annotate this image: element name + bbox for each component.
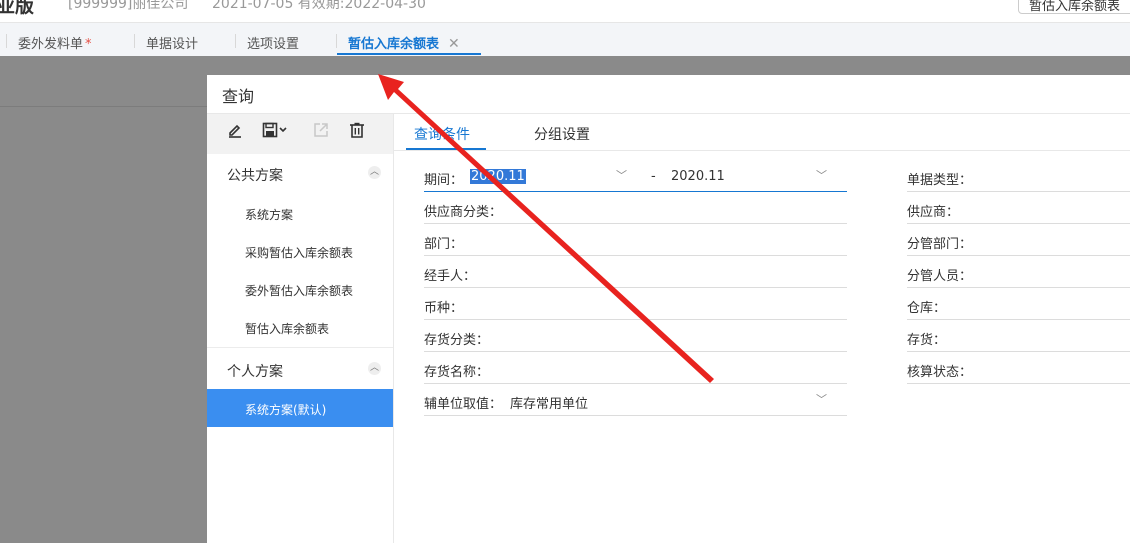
tab-separator bbox=[235, 34, 236, 48]
supplier-field[interactable]: 供应商： bbox=[907, 192, 1130, 224]
field-label: 供应商分类： bbox=[424, 205, 503, 220]
tab-label: 选项设置 bbox=[247, 37, 300, 52]
period-to-input[interactable]: 2020.11 bbox=[671, 169, 725, 184]
tab-label: 单据设计 bbox=[146, 37, 199, 52]
field-label: 核算状态： bbox=[907, 365, 973, 380]
top-header: 业版 [999999]丽佳公司 2021-07-05 有效期:2022-04-3… bbox=[0, 0, 1130, 22]
tab-bar: 委外发料单 * 单据设计 选项设置 暂估入库余额表 ✕ bbox=[0, 22, 1130, 56]
field-label: 仓库： bbox=[907, 301, 947, 316]
warehouse-field[interactable]: 仓库： bbox=[907, 288, 1130, 320]
chevron-down-icon[interactable]: ﹀ bbox=[816, 167, 827, 183]
field-label: 部门： bbox=[424, 237, 464, 252]
tab-option-settings[interactable]: 选项设置 bbox=[247, 33, 299, 52]
field-label: 经手人： bbox=[424, 269, 477, 284]
inventory-name-field[interactable]: 存货名称： bbox=[424, 352, 847, 384]
tab-separator bbox=[336, 34, 337, 48]
company-name: [999999]丽佳公司 bbox=[68, 0, 189, 12]
accounting-status-field[interactable]: 核算状态： bbox=[907, 352, 1130, 384]
tab-divider bbox=[394, 150, 1130, 151]
scheme-item-system[interactable]: 系统方案 bbox=[207, 194, 393, 232]
handler-field[interactable]: 经手人： bbox=[424, 256, 847, 288]
scheme-item-outsourcing-estimated[interactable]: 委外暂估入库余额表 bbox=[207, 270, 393, 308]
background-divider bbox=[0, 106, 207, 107]
tab-estimated-inbound-balance[interactable]: 暂估入库余额表 ✕ bbox=[348, 33, 460, 52]
department-field[interactable]: 部门： bbox=[424, 224, 847, 256]
field-label: 存货名称： bbox=[424, 365, 490, 380]
field-label: 存货分类： bbox=[424, 333, 490, 348]
chevron-up-icon[interactable]: ︿ bbox=[368, 362, 381, 375]
dialog-title: 查询 bbox=[222, 87, 255, 106]
export-icon bbox=[313, 122, 329, 143]
scheme-item-estimated-balance[interactable]: 暂估入库余额表 bbox=[207, 308, 393, 346]
tab-label: 委外发料单 bbox=[18, 37, 84, 52]
field-label: 供应商： bbox=[907, 205, 960, 220]
group-label: 公共方案 bbox=[227, 168, 283, 184]
field-label: 单据类型： bbox=[907, 173, 973, 188]
tab-group-settings[interactable]: 分组设置 bbox=[534, 124, 590, 144]
scheme-item-default[interactable]: 系统方案(默认) bbox=[207, 389, 393, 427]
group-label: 个人方案 bbox=[227, 364, 283, 380]
doc-type-field[interactable]: 单据类型： bbox=[907, 160, 1130, 192]
field-label: 辅单位取值： bbox=[424, 397, 503, 412]
tab-separator bbox=[6, 34, 7, 48]
period-dash: - bbox=[651, 169, 656, 184]
tab-label: 暂估入库余额表 bbox=[348, 37, 440, 52]
query-dialog: 查询 公共方案 ︿ 系统方案 采购暂估入库余额表 委外暂估入库余额表 暂估入库余… bbox=[207, 75, 1130, 543]
field-label: 分管部门： bbox=[907, 237, 973, 252]
field-label: 币种： bbox=[424, 301, 464, 316]
chevron-down-icon[interactable]: ﹀ bbox=[816, 391, 827, 407]
unsaved-mark: * bbox=[85, 37, 92, 52]
field-label: 存货： bbox=[907, 333, 947, 348]
field-label: 分管人员： bbox=[907, 269, 973, 284]
period-field: 期间： 2020.11 ﹀ - 2020.11 ﹀ bbox=[424, 160, 847, 192]
aux-unit-select[interactable]: 辅单位取值： 库存常用单位 ﹀ bbox=[424, 384, 847, 416]
period-from-input[interactable]: 2020.11 bbox=[470, 169, 526, 184]
query-panel: 查询条件 分组设置 期间： 2020.11 ﹀ - 2020.11 ﹀ 供应商分… bbox=[394, 114, 1130, 543]
inventory-category-field[interactable]: 存货分类： bbox=[424, 320, 847, 352]
login-date-validity: 2021-07-05 有效期:2022-04-30 bbox=[212, 0, 426, 12]
save-icon[interactable] bbox=[262, 122, 290, 143]
aux-unit-value: 库存常用单位 bbox=[510, 397, 589, 412]
tab-document-design[interactable]: 单据设计 bbox=[146, 33, 198, 52]
tab-outsourcing-issue[interactable]: 委外发料单 * bbox=[18, 33, 92, 52]
tab-query-conditions[interactable]: 查询条件 bbox=[414, 124, 470, 144]
inventory-field[interactable]: 存货： bbox=[907, 320, 1130, 352]
currency-field[interactable]: 币种： bbox=[424, 288, 847, 320]
chevron-up-icon[interactable]: ︿ bbox=[368, 166, 381, 179]
scheme-panel: 公共方案 ︿ 系统方案 采购暂估入库余额表 委外暂估入库余额表 暂估入库余额表 … bbox=[207, 114, 394, 543]
supplier-category-field[interactable]: 供应商分类： bbox=[424, 192, 847, 224]
public-scheme-group[interactable]: 公共方案 ︿ bbox=[207, 154, 393, 192]
field-label: 期间： bbox=[424, 173, 464, 188]
managing-person-field[interactable]: 分管人员： bbox=[907, 256, 1130, 288]
active-tab-indicator bbox=[337, 53, 481, 55]
report-button[interactable]: 暂估入库余额表 bbox=[1018, 0, 1130, 14]
personal-scheme-group[interactable]: 个人方案 ︿ bbox=[207, 350, 393, 388]
delete-icon[interactable] bbox=[349, 122, 365, 143]
chevron-down-icon[interactable]: ﹀ bbox=[616, 167, 627, 183]
app-name: 业版 bbox=[0, 0, 35, 17]
close-icon[interactable]: ✕ bbox=[448, 36, 460, 52]
edit-icon[interactable] bbox=[227, 122, 243, 143]
group-divider bbox=[207, 347, 393, 348]
managing-dept-field[interactable]: 分管部门： bbox=[907, 224, 1130, 256]
tab-separator bbox=[134, 34, 135, 48]
scheme-item-purchase-estimated[interactable]: 采购暂估入库余额表 bbox=[207, 232, 393, 270]
scheme-toolbar bbox=[207, 114, 393, 154]
